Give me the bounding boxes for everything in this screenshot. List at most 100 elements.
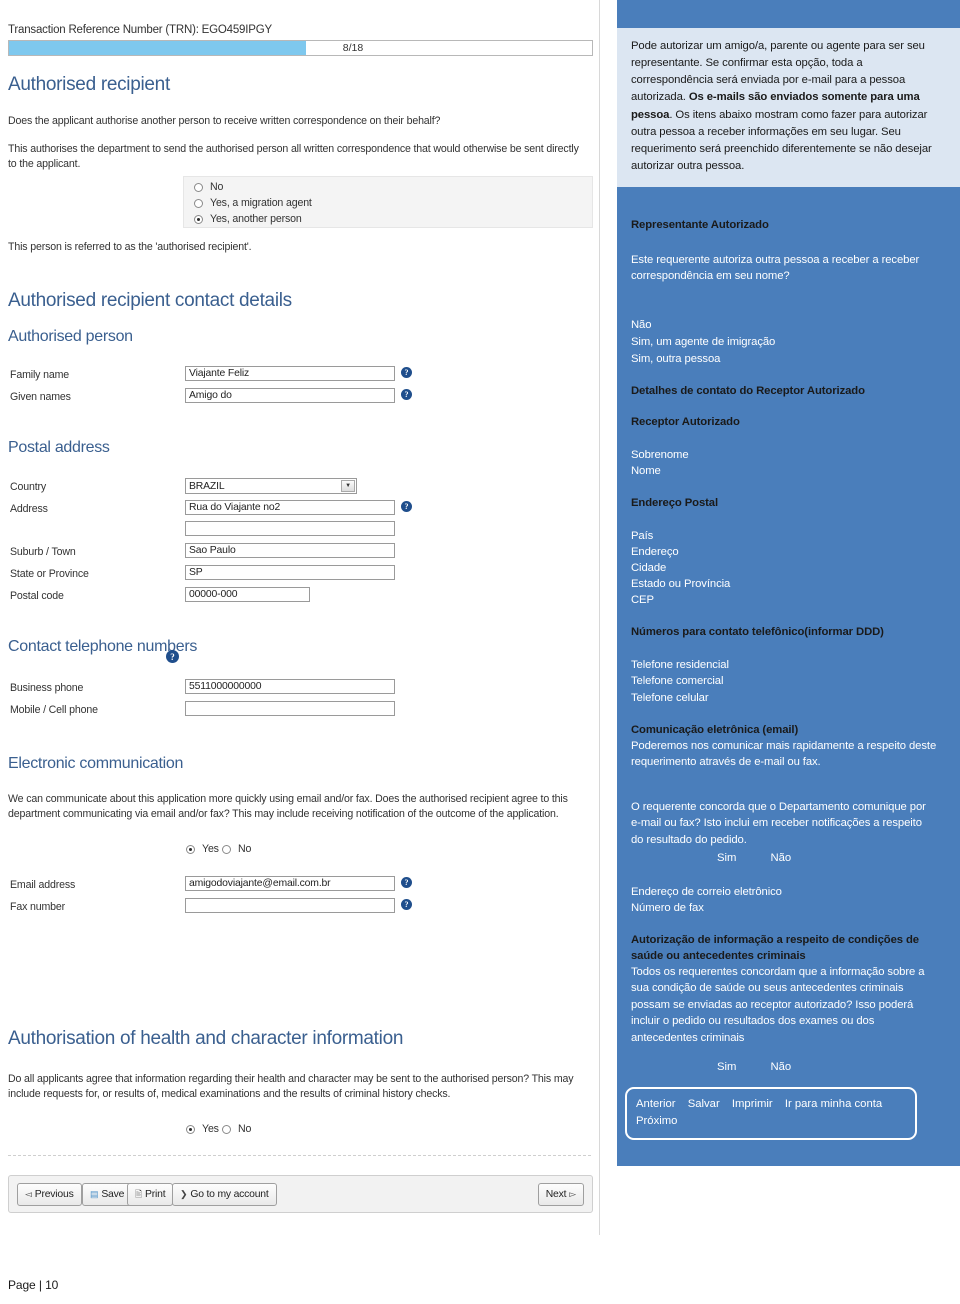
note-authorised-recipient-term: This person is referred to as the 'autho… [8, 241, 252, 253]
text-comunicacao-eletronica: Poderemos nos comunicar mais rapidamente… [631, 740, 937, 769]
radio-label: No [210, 181, 224, 193]
radio-icon-selected[interactable] [186, 844, 195, 854]
previous-button[interactable]: ◅ Previous [17, 1183, 82, 1206]
input-given-names[interactable]: Amigo do [185, 388, 395, 403]
yes-no-row-comunicacao: Sim Não [717, 852, 791, 864]
text-nome: Nome [631, 465, 661, 477]
radio-icon-selected[interactable] [194, 214, 203, 224]
label-postal-code: Postal code [10, 590, 64, 602]
next-button[interactable]: Next ▻ [537, 1183, 584, 1206]
note-health-character: Do all applicants agree that information… [8, 1073, 574, 1101]
input-mobile-phone[interactable] [185, 701, 395, 716]
help-icon[interactable]: ? [401, 389, 412, 400]
heading-representante-autorizado: Representante Autorizado [631, 219, 769, 231]
yes-no-row-saude: Sim Não [717, 1061, 791, 1073]
chevron-down-icon[interactable]: ▼ [341, 480, 355, 492]
label-mobile-phone: Mobile / Cell phone [10, 704, 98, 716]
save-button[interactable]: ▤ Save [82, 1183, 133, 1206]
radio-label: No [238, 1123, 252, 1135]
button-label-salvar: Salvar [687, 1098, 720, 1110]
radio-option-electronic-yes[interactable]: Yes [186, 843, 219, 855]
application-form-screenshot: Transaction Reference Number (TRN): EGO4… [0, 0, 600, 1235]
previous-button-label: Previous [34, 1189, 74, 1200]
help-icon[interactable]: ? [401, 501, 412, 512]
button-label-imprimir: Imprimir [731, 1098, 773, 1110]
arrow-right-icon: ▻ [569, 1189, 576, 1199]
go-to-my-account-label: Go to my account [190, 1189, 269, 1200]
input-postal-code[interactable]: 00000-000 [185, 587, 310, 602]
label-business-phone: Business phone [10, 682, 84, 694]
arrow-left-icon: ◅ [25, 1189, 32, 1199]
text-endereco-correio-eletronico: Endereço de correio eletrônico [631, 886, 782, 898]
print-button[interactable]: 🖹 Print [127, 1183, 174, 1206]
heading-autorizacao-saude: Autorização de informação a respeito de … [631, 934, 919, 963]
radio-icon[interactable] [194, 182, 203, 192]
label-address: Address [10, 503, 48, 515]
printer-icon: 🖹 [135, 1188, 143, 1199]
callout-text-part2: . Os itens abaixo mostram como fazer par… [631, 108, 932, 173]
radio-option-migration-agent[interactable]: Yes, a migration agent [194, 197, 312, 209]
text-sobrenome: Sobrenome [631, 449, 689, 461]
note-authorisation-explanation: This authorises the department to send t… [8, 143, 579, 171]
radio-icon[interactable] [222, 1124, 231, 1134]
chevron-right-icon: ❯ [180, 1189, 188, 1199]
input-fax-number[interactable] [185, 898, 395, 913]
text-telefone-celular: Telefone celular [631, 692, 709, 704]
input-state-province[interactable]: SP [185, 565, 395, 580]
input-email-address[interactable]: amigodoviajante@email.com.br [185, 876, 395, 891]
print-button-label: Print [145, 1189, 166, 1200]
heading-receptor-autorizado: Receptor Autorizado [631, 416, 740, 428]
next-button-label: Next [545, 1189, 567, 1200]
note-electronic-communication: We can communicate about this applicatio… [8, 793, 568, 821]
section-title-electronic-communication: Electronic communication [8, 755, 184, 772]
help-icon[interactable]: ? [166, 650, 179, 663]
label-suburb-town: Suburb / Town [10, 546, 76, 558]
label-fax-number: Fax number [10, 901, 66, 913]
input-suburb-town[interactable]: Sao Paulo [185, 543, 395, 558]
radio-icon[interactable] [194, 198, 203, 208]
text-pais: País [631, 530, 654, 542]
input-address-line1[interactable]: Rua do Viajante no2 [185, 500, 395, 515]
text-pergunta-representante: Este requerente autoriza outra pessoa a … [631, 254, 920, 283]
help-icon[interactable]: ? [401, 899, 412, 910]
heading-comunicacao-eletronica: Comunicação eletrônica (email) [631, 724, 799, 736]
button-label-ir-para-minha-conta: Ir para minha conta [784, 1098, 883, 1110]
input-family-name[interactable]: Viajante Feliz [185, 366, 395, 381]
text-telefone-residencial: Telefone residencial [631, 659, 729, 671]
go-to-my-account-button[interactable]: ❯ Go to my account [172, 1183, 277, 1206]
help-icon[interactable]: ? [401, 877, 412, 888]
input-address-line2[interactable] [185, 521, 395, 536]
radio-label: Yes, a migration agent [210, 197, 312, 209]
radio-icon-selected[interactable] [186, 1124, 195, 1134]
text-autorizacao-saude: Todos os requerentes concordam que a inf… [631, 966, 925, 1044]
text-numero-fax: Número de fax [631, 902, 704, 914]
radio-option-health-no[interactable]: No [222, 1123, 251, 1135]
radio-option-health-yes[interactable]: Yes [186, 1123, 219, 1135]
label-sim: Sim [717, 852, 737, 864]
radio-option-another-person[interactable]: Yes, another person [194, 213, 302, 225]
option-nao: Não [631, 319, 652, 331]
radio-group-authorise[interactable]: No Yes, a migration agent Yes, another p… [183, 176, 593, 228]
heading-numeros-telefone: Números para contato telefônico(informar… [631, 626, 884, 638]
radio-icon[interactable] [222, 844, 231, 854]
radio-option-electronic-no[interactable]: No [222, 843, 251, 855]
heading-endereco-postal: Endereço Postal [631, 497, 719, 509]
input-business-phone[interactable]: 5511000000000 [185, 679, 395, 694]
label-family-name: Family name [10, 369, 69, 381]
label-sim: Sim [717, 1061, 737, 1073]
radio-option-no[interactable]: No [194, 181, 223, 193]
callout-box: Pode autorizar um amigo/a, parente ou ag… [617, 28, 960, 188]
text-estado-provincia: Estado ou Província [631, 578, 731, 590]
text-concorda-departamento: O requerente concorda que o Departamento… [631, 801, 926, 846]
help-icon[interactable]: ? [401, 367, 412, 378]
select-country[interactable]: BRAZIL ▼ [185, 478, 357, 494]
label-state-province: State or Province [10, 568, 89, 580]
question-authorise-another-person: Does the applicant authorise another per… [8, 115, 441, 127]
label-country: Country [10, 481, 47, 493]
option-sim-agente: Sim, um agente de imigração [631, 336, 776, 348]
heading-detalhes-contato: Detalhes de contato do Receptor Autoriza… [631, 385, 865, 397]
radio-label: No [238, 843, 252, 855]
label-email-address: Email address [10, 879, 76, 891]
transaction-reference-number: Transaction Reference Number (TRN): EGO4… [8, 24, 272, 36]
progress-bar: 8/18 [8, 40, 593, 56]
